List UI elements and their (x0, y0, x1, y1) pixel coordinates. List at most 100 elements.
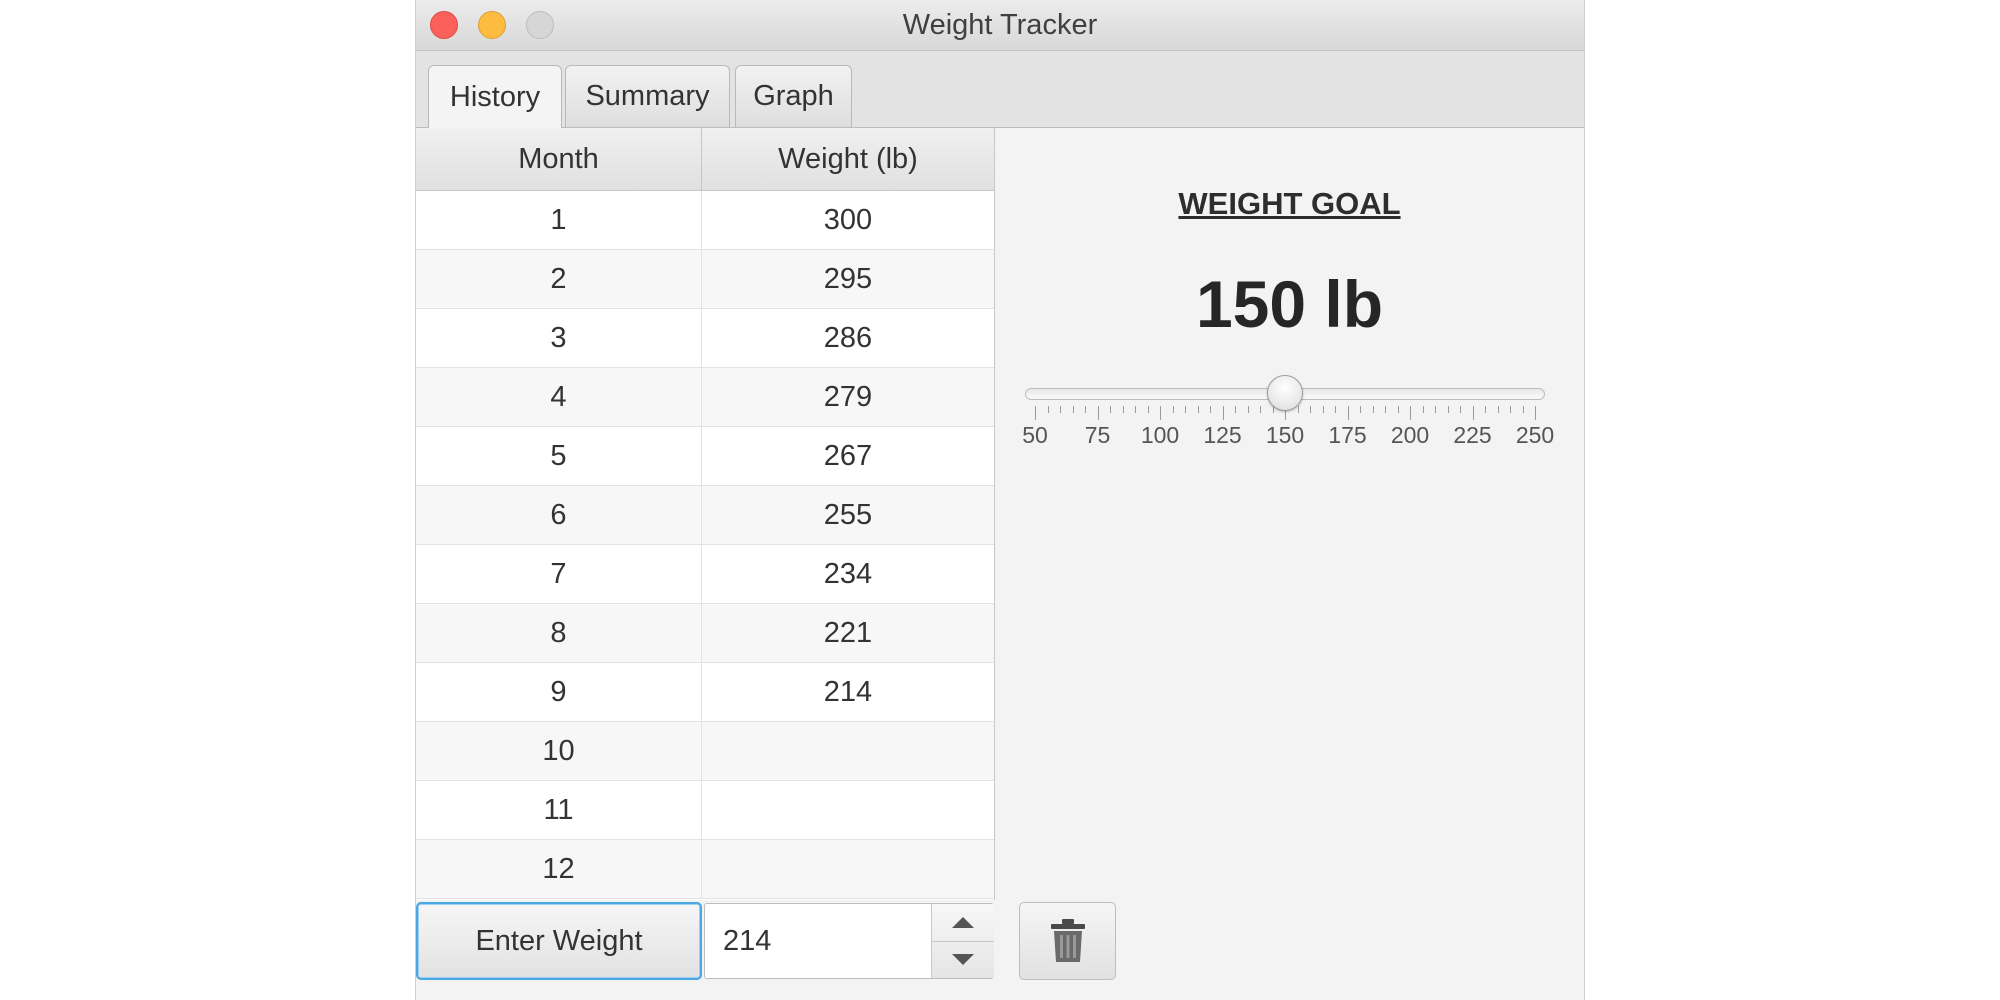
weight-cell: 300 (823, 203, 873, 236)
month-cell: 10 (416, 722, 702, 780)
minor-tick (1060, 406, 1061, 413)
delete-button[interactable] (1019, 902, 1116, 980)
tab-graph[interactable]: Graph (735, 65, 852, 127)
month-cell: 8 (416, 604, 702, 662)
minor-tick (1210, 406, 1211, 413)
minor-tick (1485, 406, 1486, 413)
table-row[interactable]: 12 (416, 840, 994, 899)
minor-tick (1497, 406, 1499, 413)
minor-tick (1335, 406, 1336, 413)
minor-tick (1110, 406, 1111, 413)
weight-spinner[interactable] (704, 903, 994, 979)
enter-weight-button[interactable]: Enter Weight (416, 902, 702, 980)
major-tick (1160, 406, 1161, 420)
tab-summary[interactable]: Summary (565, 65, 730, 127)
table-row[interactable]: 11 (416, 781, 994, 840)
table-row[interactable]: 6 255 (416, 486, 994, 545)
minor-tick (1072, 406, 1074, 413)
table-row[interactable]: 8 221 (416, 604, 994, 663)
weight-goal-value: 150 lb (1195, 267, 1384, 341)
month-cell: 5 (416, 427, 702, 485)
window-title: Weight Tracker (902, 9, 1098, 41)
minor-tick (1372, 406, 1374, 413)
major-tick (1347, 406, 1349, 420)
minor-tick (1310, 406, 1311, 413)
weight-cell (702, 722, 994, 780)
table-row[interactable]: 1 300 (416, 191, 994, 250)
minor-tick (1297, 406, 1299, 413)
tick-label: 50 (1022, 422, 1048, 448)
table-header: Month Weight (lb) (416, 128, 994, 191)
table-body: 1 300 2 295 3 286 4 279 5 267 6 255 7 234 8 221 9 214 10 11… (416, 191, 994, 899)
table-row[interactable]: 2 295 (416, 250, 994, 309)
minor-tick (1197, 406, 1199, 413)
month-cell: 9 (416, 663, 702, 721)
table-row[interactable]: 3 286 (416, 309, 994, 368)
minor-tick (1522, 406, 1524, 413)
tick-label: 225 (1453, 422, 1492, 448)
month-cell: 6 (416, 486, 702, 544)
minor-tick (1260, 406, 1261, 413)
tick-label: 125 (1203, 422, 1242, 448)
major-tick (1222, 406, 1224, 420)
trash-icon (1050, 919, 1085, 962)
minor-tick (1135, 406, 1136, 413)
minor-tick (1447, 406, 1449, 413)
tick-label: 250 (1515, 422, 1555, 448)
minor-tick (1510, 406, 1511, 413)
minor-tick (1147, 406, 1149, 413)
slider-thumb[interactable] (1267, 375, 1303, 411)
table-row[interactable]: 5 267 (416, 427, 994, 486)
column-header-weight[interactable]: Weight (lb) (702, 128, 994, 190)
weight-input[interactable] (705, 904, 931, 978)
major-tick (1410, 406, 1411, 420)
table-row[interactable]: 9 214 (416, 663, 994, 722)
tab-bar: History Summary Graph (416, 51, 1584, 128)
tick-label: 200 (1390, 422, 1430, 448)
weight-goal-panel: WEIGHT GOAL 150 lb 50 75 100 125 150 175 200 22… (995, 128, 1584, 900)
tick-label: 75 (1084, 422, 1111, 448)
tab-history[interactable]: History (428, 65, 562, 128)
minor-tick (1435, 406, 1436, 413)
month-cell: 12 (416, 840, 702, 898)
minor-tick (1047, 406, 1049, 413)
weight-cell: 286 (823, 321, 873, 354)
minor-tick (1172, 406, 1174, 413)
spinner-buttons (931, 904, 994, 978)
column-header-month[interactable]: Month (416, 128, 702, 190)
weight-cell: 214 (823, 675, 873, 708)
history-table: Month Weight (lb) 1 300 2 295 3 286 4 279 5 267 6 2… (416, 128, 995, 900)
chevron-down-icon (952, 954, 974, 965)
minor-tick (1085, 406, 1086, 413)
weight-cell (702, 840, 994, 898)
table-row[interactable]: 7 234 (416, 545, 994, 604)
month-cell: 2 (416, 250, 702, 308)
month-cell: 7 (416, 545, 702, 603)
weight-cell: 279 (823, 380, 873, 413)
major-tick (1535, 406, 1536, 420)
minor-tick (1360, 406, 1361, 413)
spinner-increment-button[interactable] (932, 904, 994, 942)
tick-label: 150 (1265, 422, 1305, 448)
weight-goal-slider[interactable]: 50 75 100 125 150 175 200 225 250 (1022, 375, 1554, 468)
minor-tick (1422, 406, 1424, 413)
major-tick (1035, 406, 1036, 420)
weight-cell: 255 (823, 498, 873, 531)
major-tick (1097, 406, 1099, 420)
weight-goal-heading: WEIGHT GOAL (1178, 186, 1401, 221)
weight-cell (702, 781, 994, 839)
minor-tick (1322, 406, 1324, 413)
minor-tick (1235, 406, 1236, 413)
chevron-up-icon (952, 917, 974, 928)
minor-tick (1397, 406, 1399, 413)
weight-cell: 234 (823, 557, 873, 590)
weight-cell: 267 (823, 439, 873, 472)
spinner-decrement-button[interactable] (932, 941, 994, 978)
tick-label: 175 (1328, 422, 1367, 448)
major-tick (1472, 406, 1474, 420)
month-cell: 11 (416, 781, 702, 839)
minor-tick (1385, 406, 1386, 413)
table-row[interactable]: 10 (416, 722, 994, 781)
minor-tick (1185, 406, 1186, 413)
table-row[interactable]: 4 279 (416, 368, 994, 427)
